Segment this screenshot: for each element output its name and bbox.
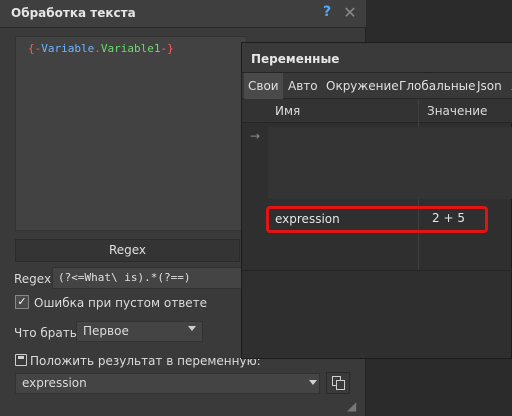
empty-error-checkbox[interactable]: ✓ [15, 295, 29, 309]
empty-error-label: Ошибка при пустом ответе [34, 296, 208, 310]
tab-own[interactable]: Свои [244, 73, 283, 99]
take-label: Что брать [14, 326, 77, 340]
save-icon [15, 354, 27, 366]
tab-auto[interactable]: Авто [284, 73, 322, 99]
token-dot: . [94, 42, 101, 55]
token-open: {- [28, 42, 42, 55]
dialog-title-bar[interactable]: Обработка текста ? ✕ [0, 0, 366, 28]
take-select[interactable]: Первое [76, 321, 203, 342]
highlight-annotation [266, 206, 488, 233]
copy-icon-front [336, 380, 345, 390]
table-header: Имя Значение [242, 99, 512, 123]
regex-button[interactable]: Regex [15, 239, 240, 262]
table-bottom-line [242, 270, 512, 271]
tab-json[interactable]: Json [473, 73, 506, 99]
token-close: -} [160, 42, 174, 55]
column-value-header[interactable]: Значение [427, 104, 487, 118]
save-result-label: Положить результат в переменную: [30, 354, 261, 368]
column-name-header[interactable]: Имя [275, 104, 300, 118]
chevron-down-icon [188, 326, 196, 331]
editor-content: {-Variable.Variable1-} [28, 42, 174, 55]
arrow-right-icon: → [250, 129, 261, 143]
help-icon[interactable]: ? [320, 4, 334, 22]
copy-button[interactable] [326, 372, 350, 394]
tab-environment[interactable]: Окружение [322, 73, 403, 99]
blurred-rows [268, 127, 512, 199]
tab-x[interactable]: X [507, 73, 512, 99]
text-editor[interactable]: {-Variable.Variable1-} [15, 36, 247, 231]
close-icon[interactable]: ✕ [342, 3, 358, 22]
variables-title-bar[interactable]: Переменные [242, 43, 512, 73]
dialog-title: Обработка текста [11, 6, 136, 20]
regex-label: Regex [14, 272, 52, 286]
token-var: Variable [41, 42, 95, 55]
tab-global[interactable]: Глобальные [395, 73, 480, 99]
regex-input[interactable]: (?<=What\ is).*(?==) [52, 267, 242, 289]
chevron-down-icon [309, 380, 317, 385]
result-variable-select[interactable]: expression [15, 373, 320, 394]
variables-tabs: Свои Авто Окружение Глобальные Json X [242, 73, 512, 99]
token-name: Variable1 [100, 42, 161, 55]
variables-panel: Переменные Свои Авто Окружение Глобальны… [241, 42, 512, 359]
variables-title: Переменные [251, 52, 340, 66]
resize-grip-icon[interactable]: ◢ [347, 399, 361, 413]
